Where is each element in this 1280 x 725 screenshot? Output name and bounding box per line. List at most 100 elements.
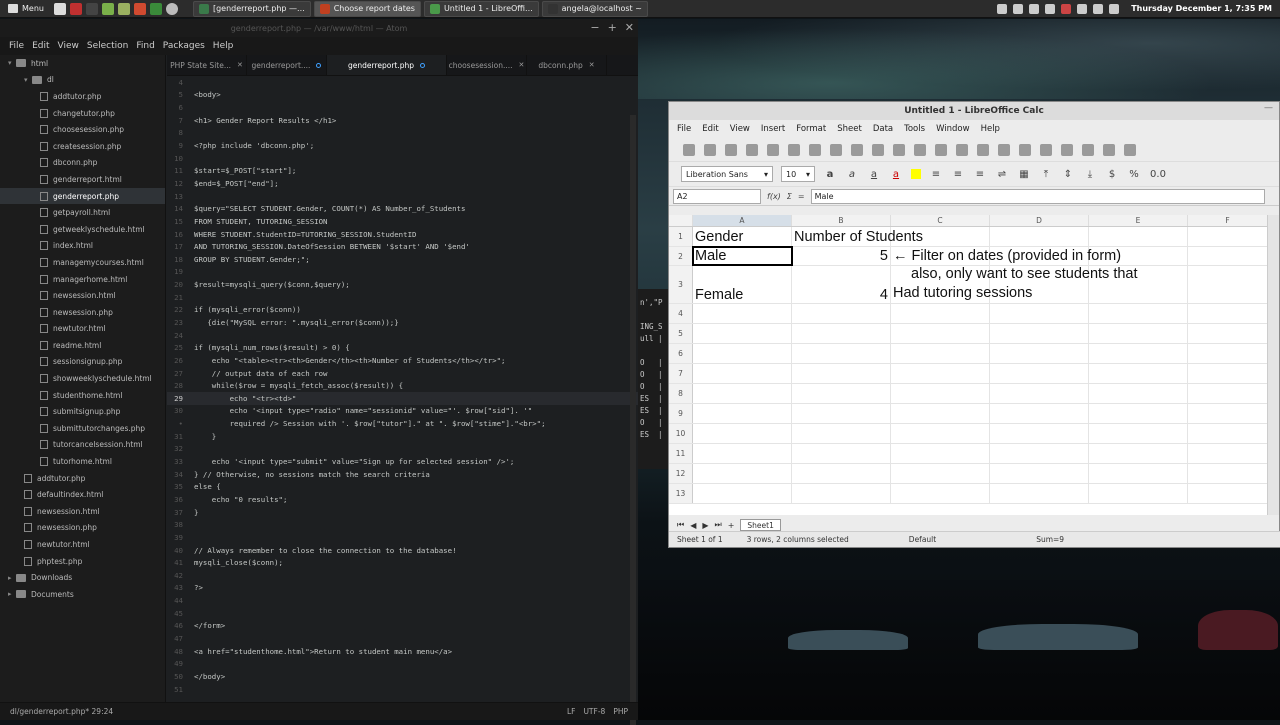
cell-c[interactable] (891, 304, 990, 323)
align-bottom-button[interactable]: ⤓ (1083, 169, 1097, 180)
cell-d[interactable] (990, 404, 1089, 423)
cell-c[interactable] (891, 344, 990, 363)
cursor-position[interactable]: dl/genderreport.php* 29:24 (10, 707, 113, 716)
calc-launcher-icon[interactable] (117, 2, 130, 15)
tree-file[interactable]: choosesession.php (0, 121, 165, 138)
atom-launcher-icon[interactable] (149, 2, 162, 15)
cell-f[interactable] (1188, 324, 1268, 343)
cell-e[interactable] (1089, 344, 1188, 363)
cell-b[interactable]: Number of Students (792, 227, 923, 246)
column-header-d[interactable]: D (990, 215, 1089, 226)
tree-file[interactable]: addtutor.php (0, 88, 165, 105)
cell-a[interactable] (693, 344, 792, 363)
print-icon[interactable] (767, 143, 779, 156)
tree-file[interactable]: newsession.php (0, 520, 165, 537)
wrap-button[interactable]: ⇌ (995, 169, 1009, 180)
cut-icon[interactable] (809, 143, 821, 156)
percent-button[interactable]: % (1127, 169, 1141, 180)
cell-a[interactable]: Male (692, 246, 793, 266)
column-header-f[interactable]: F (1188, 215, 1268, 226)
cell-d[interactable] (990, 484, 1089, 503)
cell-e[interactable] (1089, 464, 1188, 483)
cell-f[interactable] (1188, 444, 1268, 463)
tree-folder[interactable]: ▸ Downloads (0, 569, 165, 586)
equals-icon[interactable]: = (798, 192, 805, 201)
sheet-tab[interactable]: Sheet1 (740, 519, 781, 531)
tree-folder[interactable]: ▸ Documents (0, 586, 165, 603)
row-header[interactable]: 10 (669, 424, 693, 443)
redo-icon[interactable] (914, 143, 926, 156)
row-header[interactable]: 2 (669, 247, 693, 265)
tree-file[interactable]: getweeklyschedule.html (0, 221, 165, 238)
tree-folder[interactable]: ▾ html (0, 55, 165, 72)
cell-c[interactable] (891, 484, 990, 503)
line-ending[interactable]: LF (567, 707, 576, 716)
tree-file[interactable]: managemycourses.html (0, 254, 165, 271)
menu-item-view[interactable]: View (730, 124, 750, 134)
tree-file[interactable]: phptest.php (0, 553, 165, 570)
cell-a[interactable] (693, 384, 792, 403)
clock[interactable]: Thursday December 1, 7:35 PM (1131, 4, 1272, 13)
row-header[interactable]: 11 (669, 444, 693, 463)
autofilter-icon[interactable] (1124, 143, 1136, 156)
menu-item-tools[interactable]: Tools (904, 124, 925, 134)
folder-launcher-icon[interactable] (101, 2, 114, 15)
cell-c[interactable] (891, 384, 990, 403)
row-header[interactable]: 9 (669, 404, 693, 423)
tab-file[interactable]: genderreport.php (327, 55, 447, 75)
cell-c[interactable] (891, 404, 990, 423)
cell-a[interactable]: Gender (693, 227, 792, 246)
tree-file[interactable]: submittutorchanges.php (0, 420, 165, 437)
close-icon[interactable]: ✕ (625, 21, 634, 34)
sort-asc-icon[interactable] (1082, 143, 1094, 156)
files-launcher-icon[interactable] (53, 2, 66, 15)
menu-item-edit[interactable]: Edit (32, 41, 49, 51)
wifi-icon[interactable] (1093, 3, 1104, 14)
highlight-button[interactable] (911, 169, 921, 179)
tree-file[interactable]: newtutor.html (0, 321, 165, 338)
print-preview-icon[interactable] (788, 143, 800, 156)
row-header[interactable]: 4 (669, 304, 693, 323)
cell-b[interactable] (792, 384, 891, 403)
code-area[interactable]: 4 5 <body> 6 7 <h1> Gender Report Results </h… (167, 76, 638, 702)
cell-d[interactable] (990, 424, 1089, 443)
find-icon[interactable] (935, 143, 947, 156)
tree-file[interactable]: tutorhome.html (0, 453, 165, 470)
filezilla-launcher-icon[interactable] (133, 2, 146, 15)
next-sheet-icon[interactable]: ▶ (702, 521, 708, 530)
menu-item-data[interactable]: Data (873, 124, 893, 134)
cell-b[interactable]: 4 (792, 266, 891, 303)
cell-a[interactable] (693, 324, 792, 343)
align-top-button[interactable]: ⤒ (1039, 169, 1053, 180)
menu-item-window[interactable]: Window (936, 124, 970, 134)
cell-b[interactable] (792, 444, 891, 463)
shield-icon[interactable] (1109, 3, 1120, 14)
export-pdf-icon[interactable] (746, 143, 758, 156)
close-icon[interactable]: ✕ (237, 61, 243, 69)
row-header[interactable]: 13 (669, 484, 693, 503)
cell-f[interactable] (1188, 227, 1268, 246)
task-button[interactable]: [genderreport.php —... (192, 0, 311, 17)
task-button[interactable]: angela@localhost ~ (541, 0, 648, 17)
network-icon[interactable] (1013, 3, 1024, 14)
cell-c[interactable] (891, 444, 990, 463)
bluetooth-icon[interactable] (1029, 3, 1040, 14)
tree-folder[interactable]: ▾ dl (0, 72, 165, 89)
first-sheet-icon[interactable]: ⏮ (677, 520, 684, 530)
menu-item-file[interactable]: File (677, 124, 691, 134)
menu-item-view[interactable]: View (58, 41, 79, 51)
tab-file[interactable]: choosesession.... ✕ (447, 55, 527, 75)
browser-launcher-icon[interactable] (165, 2, 178, 15)
merge-button[interactable]: ▦ (1017, 169, 1031, 180)
menu-item-sheet[interactable]: Sheet (837, 124, 862, 134)
last-sheet-icon[interactable]: ⏭ (715, 520, 722, 530)
cell-b[interactable] (792, 424, 891, 443)
tree-file[interactable]: newsession.html (0, 503, 165, 520)
cell-e[interactable] (1089, 384, 1188, 403)
cell-f[interactable] (1188, 404, 1268, 423)
function-wizard-icon[interactable]: f(x) (767, 192, 781, 201)
cell-f[interactable] (1188, 484, 1268, 503)
tree-file[interactable]: studenthome.html (0, 387, 165, 404)
menu-item-format[interactable]: Format (796, 124, 826, 134)
minimize-icon[interactable]: — (1264, 103, 1273, 113)
